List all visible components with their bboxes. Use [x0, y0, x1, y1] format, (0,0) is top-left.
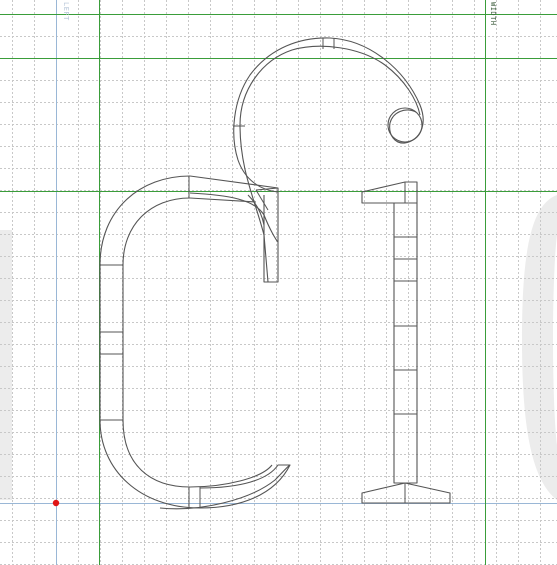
width-label: WIDTH	[489, 2, 497, 26]
bowl-inner-stroke[interactable]	[122, 197, 273, 488]
dotted-grid	[0, 0, 557, 565]
segment-ticks	[100, 38, 417, 508]
glyph-outline[interactable]	[99, 37, 451, 510]
left-sidebearing-label: LEFT	[62, 2, 70, 21]
major-guides	[0, 0, 557, 565]
ghost-glyph-right	[522, 195, 557, 500]
i-stem[interactable]	[393, 203, 418, 484]
ghost-glyph-left	[0, 230, 12, 500]
metric-lines	[0, 0, 557, 565]
origin-point[interactable]	[52, 499, 60, 507]
glyph-editor-canvas[interactable]	[0, 0, 557, 565]
i-bottom-serif[interactable]	[361, 482, 451, 504]
f-hook-inner-stroke[interactable]	[239, 45, 421, 283]
